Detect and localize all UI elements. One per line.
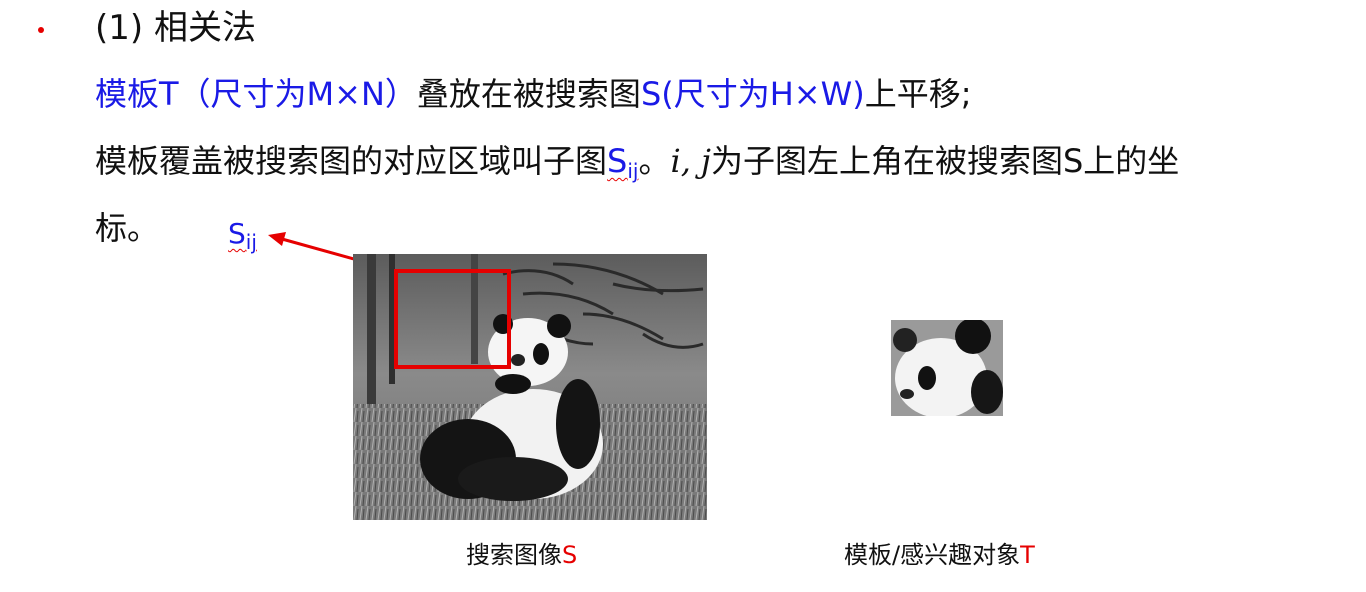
panda-face-photo xyxy=(891,320,1003,416)
panda-scene-photo xyxy=(353,254,707,520)
search-image-caption: 搜索图像S xyxy=(466,541,578,569)
template-image-caption: 模板/感兴趣对象T xyxy=(844,541,1035,569)
